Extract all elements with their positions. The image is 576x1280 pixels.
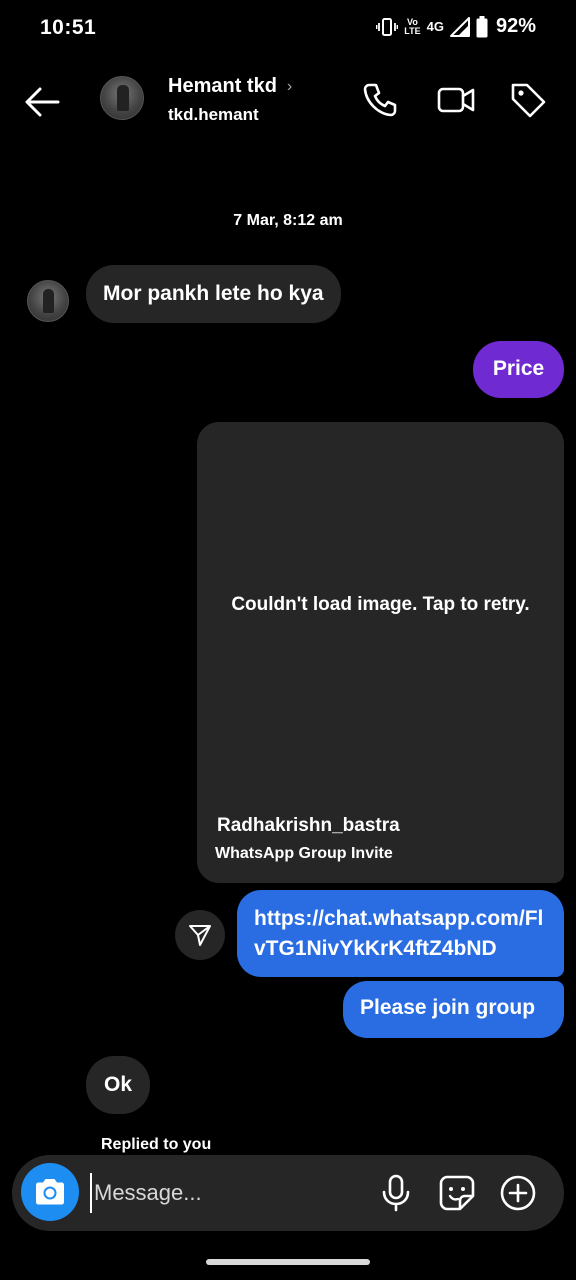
contact-username: tkd.hemant: [168, 105, 259, 124]
sticker-icon: [439, 1175, 475, 1211]
sender-avatar[interactable]: [27, 280, 69, 322]
message-input[interactable]: [90, 1173, 330, 1213]
status-bar: 10:51 Vo LTE 4G 92%: [0, 0, 576, 56]
contact-name: Hemant tkd: [168, 75, 277, 97]
incoming-message[interactable]: Ok: [86, 1056, 150, 1114]
chevron-right-icon: ›: [286, 77, 293, 95]
outgoing-message[interactable]: Please join group: [343, 981, 564, 1038]
message-composer: [12, 1155, 564, 1231]
network-type: 4G: [426, 19, 444, 34]
message-timestamp: 7 Mar, 8:12 am: [233, 212, 343, 229]
share-button[interactable]: [175, 910, 225, 960]
incoming-message[interactable]: Mor pankh lete ho kya: [86, 265, 341, 323]
back-button[interactable]: [22, 82, 62, 122]
plus-icon: [500, 1175, 536, 1211]
image-load-error[interactable]: Couldn't load image. Tap to retry.: [197, 594, 564, 616]
camera-button[interactable]: [21, 1163, 79, 1221]
link-preview-card[interactable]: Couldn't load image. Tap to retry. Radha…: [197, 422, 564, 883]
tag-button[interactable]: [508, 80, 548, 120]
sticker-button[interactable]: [437, 1173, 477, 1213]
vibrate-icon: [376, 17, 399, 37]
more-options-button[interactable]: [498, 1173, 538, 1213]
status-time: 10:51: [40, 16, 97, 39]
microphone-icon: [382, 1174, 410, 1212]
volte-line2: LTE: [404, 25, 421, 36]
tag-icon: [511, 83, 546, 118]
volte-icon: Vo LTE: [404, 17, 421, 36]
send-icon: [189, 925, 211, 946]
phone-icon: [363, 83, 397, 117]
back-arrow-icon: [25, 87, 60, 117]
battery-icon: [476, 15, 488, 38]
video-call-button[interactable]: [436, 80, 476, 120]
battery-percent: 92%: [495, 15, 536, 37]
status-icons: Vo LTE 4G 92%: [376, 15, 536, 38]
replied-label: Replied to you: [101, 1136, 212, 1153]
signal-icon: [449, 16, 470, 37]
link-preview-subtitle: WhatsApp Group Invite: [215, 845, 393, 862]
contact-avatar[interactable]: [100, 76, 144, 120]
video-camera-icon: [437, 87, 475, 113]
voice-message-button[interactable]: [376, 1173, 416, 1213]
contact-name-row[interactable]: Hemant tkd ›: [168, 75, 292, 98]
outgoing-message[interactable]: Price: [473, 341, 564, 398]
camera-icon: [36, 1179, 64, 1205]
home-indicator[interactable]: [206, 1259, 370, 1265]
voice-call-button[interactable]: [360, 80, 400, 120]
outgoing-link-message[interactable]: https://chat.whatsapp.com/FlvTG1NivYkKrK…: [237, 890, 564, 977]
chat-header: Hemant tkd › tkd.hemant: [0, 56, 576, 146]
link-preview-title: Radhakrishn_bastra: [217, 815, 400, 836]
